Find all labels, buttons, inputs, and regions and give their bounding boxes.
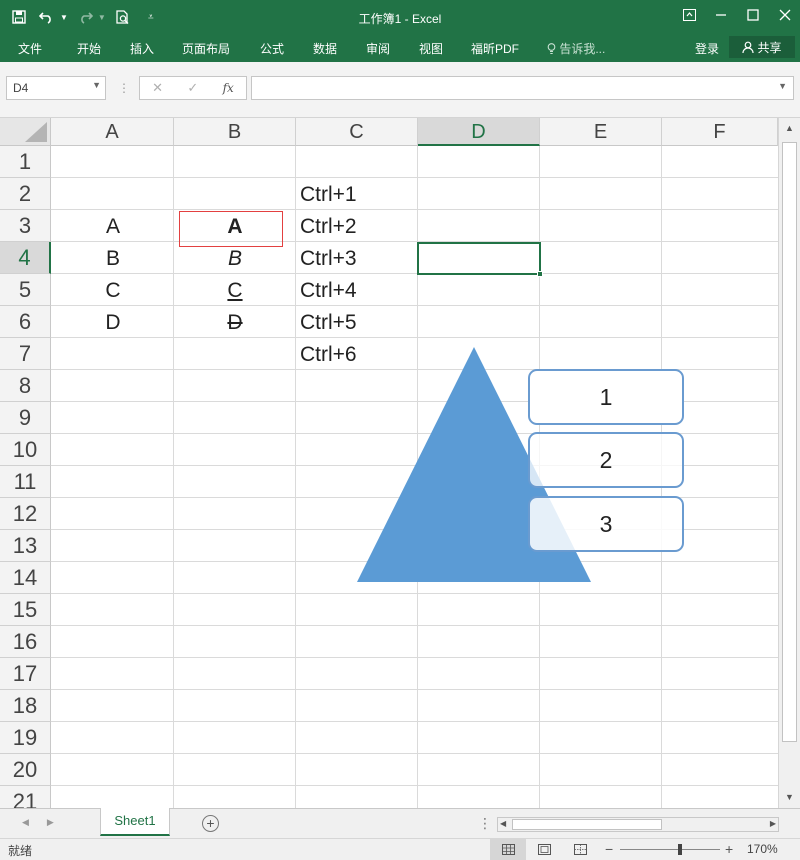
cancel-icon[interactable]: ✕ (152, 80, 163, 96)
scroll-up-icon[interactable]: ▲ (783, 122, 796, 135)
ribbon-display-options-icon[interactable] (674, 0, 704, 30)
tell-me-label: 告诉我... (559, 42, 606, 56)
title-bar: ▼ ▼ ⩡ 工作簿1 - Excel (0, 0, 800, 34)
tab-page-layout[interactable]: 页面布局 (182, 40, 230, 57)
tab-insert[interactable]: 插入 (130, 40, 154, 57)
zoom-in-icon[interactable]: + (725, 841, 733, 857)
expand-formula-bar-icon[interactable]: ▼ (778, 81, 787, 91)
shapes-layer: 1 2 3 (0, 118, 800, 808)
tab-foxit-pdf[interactable]: 福昕PDF (471, 40, 519, 57)
window-controls (672, 0, 800, 34)
redo-icon[interactable] (74, 6, 96, 28)
next-sheet-icon[interactable]: ▶ (47, 817, 54, 828)
previous-sheet-icon[interactable]: ◀ (22, 817, 29, 828)
save-icon[interactable] (8, 6, 30, 28)
horizontal-scrollbar[interactable]: ◀ ▶ (497, 817, 779, 832)
box-3[interactable]: 3 (528, 496, 684, 552)
name-box[interactable]: D4 ▼ (6, 76, 106, 100)
minimize-icon[interactable] (706, 0, 736, 30)
zoom-slider-thumb[interactable] (678, 844, 682, 855)
zoom-slider[interactable] (620, 849, 720, 850)
sheet-tab-sheet1[interactable]: Sheet1 (100, 808, 170, 836)
close-icon[interactable] (770, 0, 800, 30)
excel-window: ▼ ▼ ⩡ 工作簿1 - Excel 文件 开始 插入 页面布局 公式 数据 审… (0, 0, 800, 860)
zoom-level[interactable]: 170% (747, 842, 778, 856)
insert-function-icon[interactable]: fx (223, 81, 234, 95)
tab-split-handle-icon[interactable]: ⋮ (478, 815, 492, 832)
undo-icon[interactable] (36, 6, 58, 28)
maximize-icon[interactable] (738, 0, 768, 30)
enter-icon[interactable]: ✓ (187, 80, 198, 96)
formula-input[interactable]: ▼ (251, 76, 794, 100)
box-2[interactable]: 2 (528, 432, 684, 488)
worksheet-grid[interactable]: A B C D E F 1 2 3 4 5 6 7 8 9 10 11 12 13 14 15 16 17 18 1… (0, 118, 800, 808)
name-box-value: D4 (13, 81, 29, 95)
normal-view-icon[interactable] (490, 839, 526, 860)
person-icon (742, 41, 755, 53)
page-break-view-icon[interactable] (562, 839, 598, 860)
name-box-dropdown-icon[interactable]: ▼ (92, 80, 101, 90)
box-1[interactable]: 1 (528, 369, 684, 425)
zoom-out-icon[interactable]: − (605, 841, 613, 857)
vertical-scrollbar[interactable]: ▲ ▼ (778, 118, 800, 808)
tab-view[interactable]: 视图 (419, 40, 443, 57)
horizontal-scroll-thumb[interactable] (512, 819, 662, 830)
scroll-down-icon[interactable]: ▼ (783, 791, 796, 804)
share-label: 共享 (757, 40, 782, 55)
vertical-scroll-thumb[interactable] (782, 142, 797, 742)
share-button[interactable]: 共享 (729, 36, 795, 58)
sheet-navigation: ◀ ▶ (22, 817, 54, 828)
tab-data[interactable]: 数据 (313, 40, 337, 57)
tab-home[interactable]: 开始 (77, 40, 101, 57)
login-link[interactable]: 登录 (695, 40, 719, 57)
undo-dropdown-icon[interactable]: ▼ (60, 13, 68, 22)
quick-access-toolbar: ▼ ▼ ⩡ (8, 6, 162, 28)
customize-qat-icon[interactable]: ⩡ (140, 6, 162, 28)
tell-me-search[interactable]: 告诉我... (547, 40, 605, 57)
ribbon-tabs: 文件 开始 插入 页面布局 公式 数据 审阅 视图 福昕PDF 告诉我... 登… (0, 34, 800, 62)
scroll-left-icon[interactable]: ◀ (500, 819, 506, 828)
lightbulb-icon (547, 43, 556, 55)
page-layout-view-icon[interactable] (526, 839, 562, 860)
status-text: 就绪 (8, 844, 33, 858)
formula-buttons: ✕ ✓ fx (139, 76, 247, 100)
scroll-right-icon[interactable]: ▶ (770, 819, 776, 828)
view-buttons (490, 839, 598, 860)
redo-dropdown-icon[interactable]: ▼ (98, 13, 106, 22)
tab-formulas[interactable]: 公式 (260, 40, 284, 57)
tab-review[interactable]: 审阅 (366, 40, 390, 57)
formula-bar-separator-icon[interactable]: ⋮ (118, 81, 130, 95)
add-sheet-icon[interactable]: + (202, 815, 219, 832)
formula-bar: D4 ▼ ⋮ ✕ ✓ fx ▼ (0, 62, 800, 118)
tab-file[interactable]: 文件 (18, 40, 42, 57)
print-preview-icon[interactable] (112, 6, 134, 28)
sheet-tab-bar: ◀ ▶ Sheet1 + ⋮ ◀ ▶ (0, 808, 800, 838)
status-bar: 就绪 − + 170% (0, 838, 800, 860)
